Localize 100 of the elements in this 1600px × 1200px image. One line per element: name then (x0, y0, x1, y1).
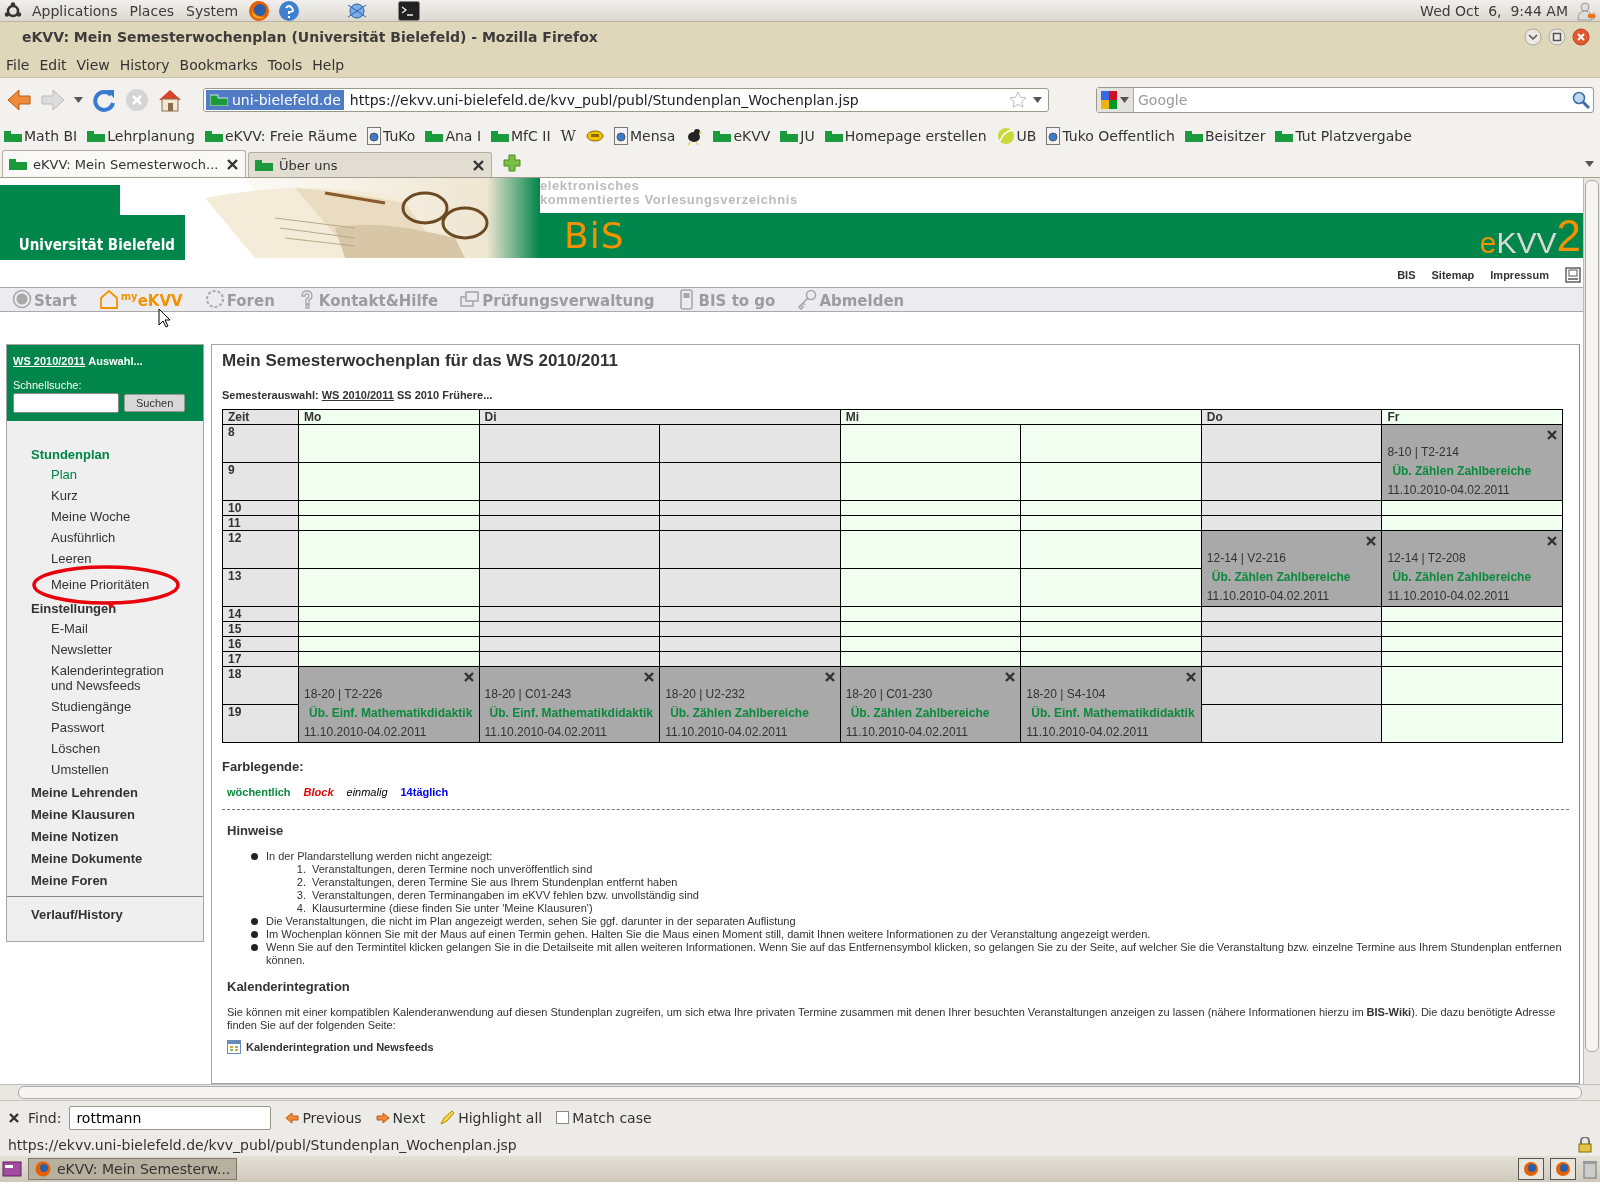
find-button[interactable]: Next (375, 1109, 426, 1126)
find-field[interactable]: rottmann (69, 1105, 272, 1130)
menu-item[interactable]: Help (308, 54, 351, 75)
bookmark[interactable]: TuKo (367, 127, 416, 145)
tab-list-icon[interactable] (1585, 160, 1594, 168)
search-bar[interactable]: Google (1096, 87, 1594, 113)
workspace-icon[interactable] (1550, 1158, 1576, 1180)
search-button[interactable]: Suchen (124, 394, 186, 412)
remove-icon[interactable] (1365, 535, 1378, 547)
menu-item[interactable]: View (72, 54, 116, 75)
menu-item[interactable]: E-Mail (31, 618, 181, 639)
minimize-button[interactable] (1524, 28, 1542, 46)
help-icon[interactable] (278, 0, 301, 22)
back-arrow-icon[interactable] (6, 88, 32, 112)
menu-item[interactable]: Studiengänge (31, 696, 181, 717)
bookmark-star-icon[interactable] (1009, 91, 1027, 109)
quick-search-field[interactable] (13, 393, 119, 413)
user-icon[interactable] (1576, 0, 1596, 21)
bookmark[interactable]: Ana I (425, 128, 481, 144)
home-icon[interactable] (157, 87, 183, 113)
menu-item[interactable]: Ausführlich (31, 527, 181, 548)
find-button[interactable]: Highlight all (439, 1109, 543, 1126)
print-icon[interactable] (1565, 266, 1581, 283)
semester-link[interactable]: WS 2010/2011 (13, 355, 86, 367)
bookmark[interactable]: Tut Platzvergabe (1275, 128, 1412, 144)
bookmark[interactable] (685, 127, 704, 145)
event-card[interactable]: 18-20 | S4-104 Üb. Einf. Mathematikdidaktik 11.10.2010-04.02.2011 (1020, 666, 1202, 743)
network-globe-icon[interactable] (346, 0, 369, 21)
semester-link[interactable]: WS 2010/2011 (321, 389, 394, 401)
bookmark[interactable]: Lehrplanung (87, 128, 195, 144)
horizontal-scrollbar[interactable] (0, 1084, 1600, 1100)
menu-heading[interactable]: Stundenplan (31, 445, 203, 464)
event-card[interactable]: 12-14 | T2-208 Üb. Zählen Zahlbereiche 11.10.2010-04.02.2011 (1381, 530, 1563, 607)
browser-tab[interactable]: eKVV: Mein Semesterwoch... (2, 150, 246, 177)
menu-item[interactable]: Kurz (31, 485, 181, 506)
menu-item[interactable]: Tools (263, 54, 309, 75)
bookmark[interactable]: JU (780, 128, 815, 144)
bookmark[interactable]: UB (996, 127, 1037, 145)
menu-item[interactable]: File (2, 54, 36, 75)
firefox-icon[interactable] (248, 0, 271, 22)
google-icon[interactable] (1101, 91, 1117, 109)
search-icon[interactable] (1572, 91, 1590, 109)
workspace-icon[interactable] (1518, 1158, 1544, 1180)
menu-item[interactable]: Bookmarks (175, 54, 264, 75)
choose-link[interactable]: Auswahl... (88, 355, 143, 367)
vertical-scrollbar[interactable] (1583, 178, 1600, 1084)
header-link[interactable]: Impressum (1490, 268, 1549, 281)
bookmark[interactable]: Beisitzer (1184, 128, 1266, 144)
dropdown-arrow-icon[interactable] (74, 96, 83, 104)
remove-icon[interactable] (1004, 671, 1017, 683)
remove-icon[interactable] (1546, 535, 1558, 547)
event-card[interactable]: 8-10 | T2-214 Üb. Zählen Zahlbereiche 11.10.2010-04.02.2011 (1381, 424, 1563, 501)
remove-icon[interactable] (643, 671, 656, 683)
menu-item[interactable]: Passwort (31, 717, 181, 738)
bookmark[interactable]: Tuko Oeffentlich (1046, 127, 1175, 145)
event-card[interactable]: 18-20 | C01-243 Üb. Einf. Mathematikdidaktik 11.10.2010-04.02.2011 (479, 666, 660, 743)
menu-item[interactable]: Löschen (31, 738, 181, 759)
menu-heading[interactable]: Meine Lehrenden (31, 783, 203, 802)
panel-menu[interactable]: System (184, 2, 241, 19)
show-desktop-icon[interactable] (2, 1160, 22, 1178)
menu-item[interactable]: Edit (35, 54, 73, 75)
bookmark[interactable]: MfC II (491, 128, 551, 144)
event-card[interactable]: 12-14 | V2-216 Üb. Zählen Zahlbereiche 11.10.2010-04.02.2011 (1201, 530, 1382, 607)
menu-item[interactable]: Umstellen (31, 759, 181, 780)
reload-icon[interactable] (91, 87, 117, 113)
remove-icon[interactable] (462, 671, 475, 683)
bookmark[interactable]: Math BI (4, 128, 78, 144)
header-link[interactable]: Sitemap (1431, 268, 1475, 281)
match-case-checkbox[interactable]: Match case (556, 1109, 652, 1126)
remove-icon[interactable] (1184, 671, 1197, 683)
menu-item[interactable]: Kalenderintegration und Newsfeeds (31, 660, 181, 696)
terminal-icon[interactable] (398, 0, 421, 21)
taskbar-button[interactable]: eKVV: Mein Semesterw... (28, 1158, 238, 1180)
menu-item[interactable]: Meine Woche (31, 506, 181, 527)
event-card[interactable]: 18-20 | U2-232 Üb. Zählen Zahlbereiche 11.10.2010-04.02.2011 (659, 666, 841, 743)
bookmark[interactable]: eKVV (713, 128, 771, 144)
dropdown-arrow-icon[interactable] (1120, 96, 1129, 104)
menu-heading[interactable]: Meine Klausuren (31, 805, 203, 824)
bookmark[interactable]: Mensa (613, 127, 676, 145)
menu-heading[interactable]: Meine Dokumente (31, 849, 203, 868)
menu-heading[interactable]: Meine Notizen (31, 827, 203, 846)
close-icon[interactable] (8, 1111, 20, 1124)
close-button[interactable] (1572, 28, 1590, 46)
panel-menu[interactable]: Places (127, 2, 177, 19)
bookmark[interactable]: eKVV: Freie Räume (204, 128, 358, 144)
browser-tab[interactable]: Über uns (248, 152, 492, 177)
tab-close-icon[interactable] (226, 157, 239, 171)
menu-item[interactable]: Plan (31, 464, 181, 485)
remove-icon[interactable] (823, 671, 836, 683)
address-bar[interactable]: uni-bielefeld.de https://ekvv.uni-bielefeld.de/kvv_publ/publ/Stundenplan_Wochenplan.jsp (203, 88, 1049, 112)
history-link[interactable]: Verlauf/History (7, 903, 203, 922)
bookmark[interactable]: W (560, 127, 576, 145)
bookmark[interactable]: Homepage erstellen (824, 128, 987, 144)
remove-icon[interactable] (1546, 429, 1558, 441)
dropdown-arrow-icon[interactable] (1033, 96, 1042, 104)
menu-item[interactable]: History (115, 54, 176, 75)
site-identity-button[interactable]: uni-bielefeld.de (206, 90, 344, 110)
calendar-link[interactable]: Kalenderintegration und Newsfeeds (246, 1041, 434, 1053)
new-tab-icon[interactable] (502, 153, 522, 173)
header-link[interactable]: BIS (1397, 268, 1416, 281)
